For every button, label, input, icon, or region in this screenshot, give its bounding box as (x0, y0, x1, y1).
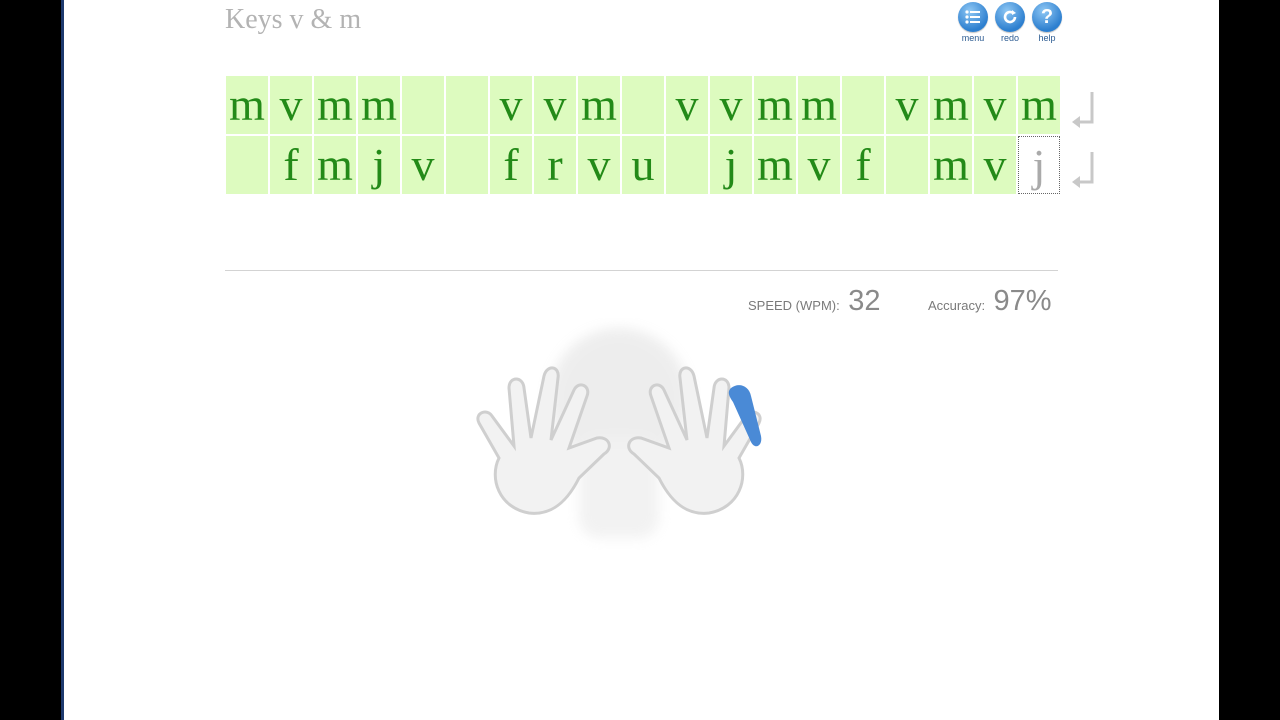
typed-space (446, 76, 488, 134)
speed-stat: SPEED (WPM): 32 (748, 285, 880, 318)
help-button[interactable]: ? help (1031, 2, 1063, 43)
typed-char: v (974, 136, 1016, 194)
typed-char: m (314, 136, 356, 194)
typed-char: v (402, 136, 444, 194)
typed-char: r (534, 136, 576, 194)
accuracy-stat: Accuracy: 97% (928, 285, 1052, 318)
accuracy-value: 97% (993, 285, 1052, 317)
typed-space (842, 76, 884, 134)
enter-key-icon (1062, 136, 1104, 194)
typing-row-1: mvmm vvm vvmm vmvm (226, 76, 1104, 134)
speed-label: SPEED (WPM): (748, 298, 840, 313)
typed-char: f (842, 136, 884, 194)
typing-row-2: fmjv frvu jmvf mvj (226, 136, 1104, 194)
divider (225, 270, 1058, 271)
lesson-toolbar: menu redo ? help (957, 2, 1063, 43)
typed-space (446, 136, 488, 194)
typed-char: v (578, 136, 620, 194)
typed-char: j (710, 136, 752, 194)
typed-char: v (710, 76, 752, 134)
speed-value: 32 (848, 285, 881, 317)
question-mark-icon: ? (1032, 2, 1062, 32)
redo-label: redo (1000, 33, 1019, 43)
menu-list-icon (958, 2, 988, 32)
typed-space (886, 136, 928, 194)
menu-button[interactable]: menu (957, 2, 989, 43)
typed-char: j (358, 136, 400, 194)
enter-key-icon (1062, 76, 1104, 134)
typed-char: v (886, 76, 928, 134)
typing-lesson-page: Keys v & m menu redo ? help mvmm vvm vvm… (64, 0, 1219, 720)
typed-char: m (754, 136, 796, 194)
typed-char: v (270, 76, 312, 134)
typed-char: m (358, 76, 400, 134)
redo-button[interactable]: redo (994, 2, 1026, 43)
accuracy-label: Accuracy: (928, 298, 986, 313)
typed-char: f (490, 136, 532, 194)
typed-char: m (226, 76, 268, 134)
typed-char: m (1018, 76, 1060, 134)
typed-char: m (930, 76, 972, 134)
hands-illustration (459, 318, 779, 558)
typed-char: m (798, 76, 840, 134)
help-label: help (1038, 33, 1056, 43)
typed-char: v (666, 76, 708, 134)
typed-char: m (314, 76, 356, 134)
typed-char: v (490, 76, 532, 134)
typed-space (622, 76, 664, 134)
typed-space (402, 76, 444, 134)
typed-space (666, 136, 708, 194)
typed-char: m (930, 136, 972, 194)
typing-text-area[interactable]: mvmm vvm vvmm vmvm fmjv frvu jmvf mvj (226, 76, 1104, 196)
current-key: j (1018, 136, 1060, 194)
typed-char: v (798, 136, 840, 194)
menu-label: menu (961, 33, 985, 43)
typed-char: m (578, 76, 620, 134)
lesson-title: Keys v & m (225, 4, 362, 35)
redo-arrow-icon (995, 2, 1025, 32)
typed-char: v (534, 76, 576, 134)
typed-space (226, 136, 268, 194)
typed-char: v (974, 76, 1016, 134)
typed-char: f (270, 136, 312, 194)
typed-char: u (622, 136, 664, 194)
typed-char: m (754, 76, 796, 134)
